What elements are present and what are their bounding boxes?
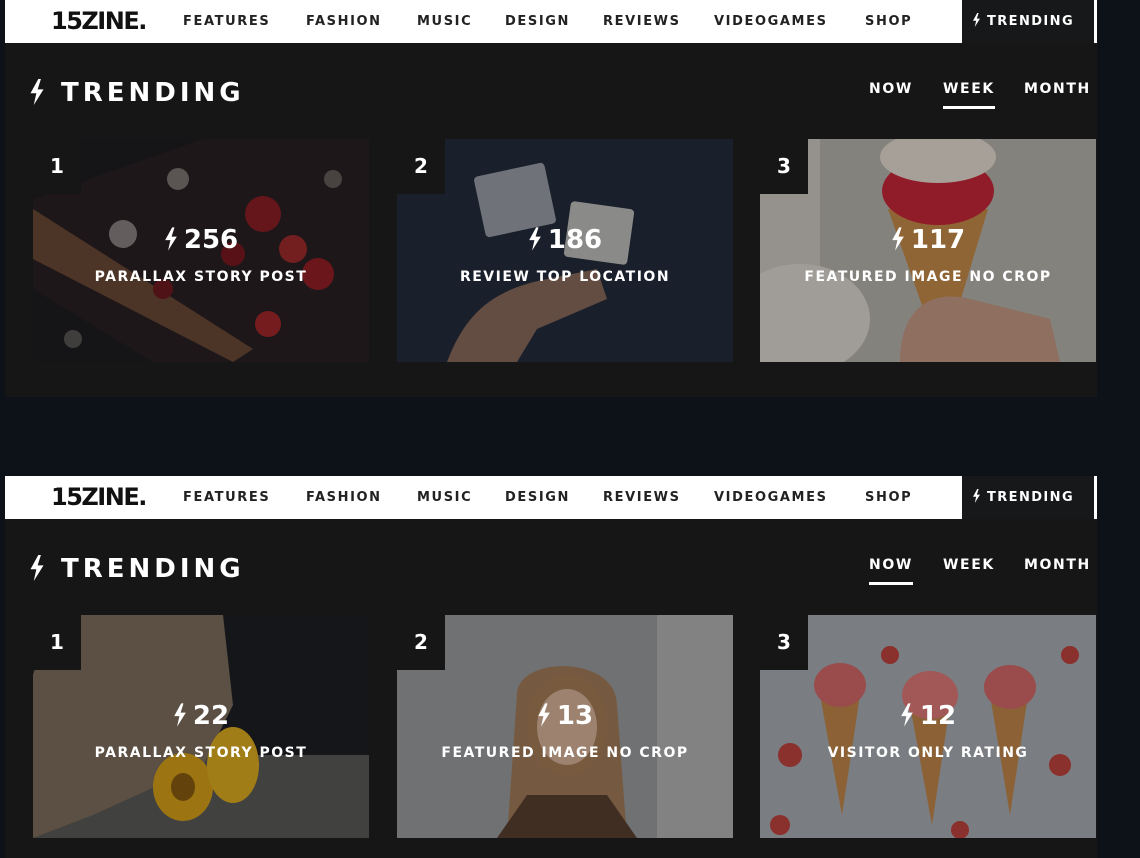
- nav-features[interactable]: FEATURES: [183, 0, 270, 43]
- post-title[interactable]: FEATURED IMAGE NO CROP: [760, 269, 1096, 285]
- top-nav: 15ZINE. FEATURES FASHION MUSIC DESIGN RE…: [5, 0, 1097, 43]
- count-value: 22: [192, 701, 230, 731]
- panel-heading: TRENDING: [29, 76, 245, 110]
- view-count: 22: [33, 701, 369, 731]
- post-title[interactable]: VISITOR ONLY RATING: [760, 745, 1096, 761]
- lightning-icon: [537, 703, 551, 727]
- post-title[interactable]: PARALLAX STORY POST: [33, 745, 369, 761]
- post-title[interactable]: REVIEW TOP LOCATION: [397, 269, 733, 285]
- nav-music[interactable]: MUSIC: [417, 476, 472, 519]
- count-value: 117: [910, 225, 966, 255]
- filter-week[interactable]: WEEK: [943, 79, 995, 109]
- top-nav: 15ZINE. FEATURES FASHION MUSIC DESIGN RE…: [5, 476, 1097, 519]
- view-count: 117: [760, 225, 1096, 255]
- nav-reviews[interactable]: REVIEWS: [603, 476, 681, 519]
- filter-month[interactable]: MONTH: [1024, 555, 1091, 582]
- nav-videogames[interactable]: VIDEOGAMES: [714, 476, 828, 519]
- count-value: 12: [919, 701, 957, 731]
- nav-reviews[interactable]: REVIEWS: [603, 0, 681, 43]
- lightning-icon: [891, 227, 905, 251]
- trending-card[interactable]: 2 186 REVIEW TOP LOCATION: [397, 139, 733, 362]
- filter-now[interactable]: NOW: [869, 79, 913, 106]
- nav-design[interactable]: DESIGN: [505, 0, 570, 43]
- nav-fashion[interactable]: FASHION: [306, 0, 382, 43]
- trending-card[interactable]: 3 117 FEATURED IMAGE NO CROP: [760, 139, 1096, 362]
- nav-music[interactable]: MUSIC: [417, 0, 472, 43]
- lightning-icon: [29, 79, 45, 105]
- site-logo[interactable]: 15ZINE.: [51, 484, 147, 510]
- nav-shop[interactable]: SHOP: [865, 476, 912, 519]
- trending-panel: TRENDING NOW WEEK MONTH 1 22 PARALLAX ST…: [5, 519, 1097, 858]
- nav-trending-label: TRENDING: [987, 490, 1075, 505]
- filter-week[interactable]: WEEK: [943, 555, 995, 582]
- filter-month[interactable]: MONTH: [1024, 79, 1091, 106]
- lightning-icon: [164, 227, 178, 251]
- rank-number: 2: [397, 615, 445, 670]
- nav-shop[interactable]: SHOP: [865, 0, 912, 43]
- rank-number: 3: [760, 139, 808, 194]
- trending-card[interactable]: 2 13 FEATURED IMAGE NO CROP: [397, 615, 733, 838]
- nav-trending-tab[interactable]: TRENDING: [962, 476, 1094, 519]
- rank-number: 1: [33, 139, 81, 194]
- view-count: 256: [33, 225, 369, 255]
- view-count: 186: [397, 225, 733, 255]
- panel-title: TRENDING: [61, 78, 245, 108]
- lightning-icon: [528, 227, 542, 251]
- nav-trending-tab[interactable]: TRENDING: [962, 0, 1094, 43]
- trending-card[interactable]: 1 22 PARALLAX STORY POST: [33, 615, 369, 838]
- lightning-icon: [900, 703, 914, 727]
- lightning-icon: [173, 703, 187, 727]
- nav-fashion[interactable]: FASHION: [306, 476, 382, 519]
- post-title[interactable]: FEATURED IMAGE NO CROP: [397, 745, 733, 761]
- count-value: 13: [556, 701, 594, 731]
- trending-card[interactable]: 3 12 VISITOR ONLY RATING: [760, 615, 1096, 838]
- trending-panel: TRENDING NOW WEEK MONTH 1 256 PARALLAX S…: [5, 43, 1097, 397]
- lightning-icon: [972, 489, 981, 503]
- rank-number: 1: [33, 615, 81, 670]
- trending-card[interactable]: 1 256 PARALLAX STORY POST: [33, 139, 369, 362]
- count-value: 256: [183, 225, 239, 255]
- site-logo[interactable]: 15ZINE.: [51, 8, 147, 34]
- page-gap: [0, 397, 1140, 476]
- nav-features[interactable]: FEATURES: [183, 476, 270, 519]
- trending-module-week: 15ZINE. FEATURES FASHION MUSIC DESIGN RE…: [5, 0, 1097, 397]
- view-count: 12: [760, 701, 1096, 731]
- nav-design[interactable]: DESIGN: [505, 476, 570, 519]
- count-value: 186: [547, 225, 603, 255]
- rank-number: 3: [760, 615, 808, 670]
- lightning-icon: [972, 13, 981, 27]
- panel-heading: TRENDING: [29, 552, 245, 586]
- filter-now[interactable]: NOW: [869, 555, 913, 585]
- nav-trending-label: TRENDING: [987, 14, 1075, 29]
- trending-module-now: 15ZINE. FEATURES FASHION MUSIC DESIGN RE…: [5, 476, 1097, 858]
- view-count: 13: [397, 701, 733, 731]
- rank-number: 2: [397, 139, 445, 194]
- lightning-icon: [29, 555, 45, 581]
- post-title[interactable]: PARALLAX STORY POST: [33, 269, 369, 285]
- nav-videogames[interactable]: VIDEOGAMES: [714, 0, 828, 43]
- panel-title: TRENDING: [61, 554, 245, 584]
